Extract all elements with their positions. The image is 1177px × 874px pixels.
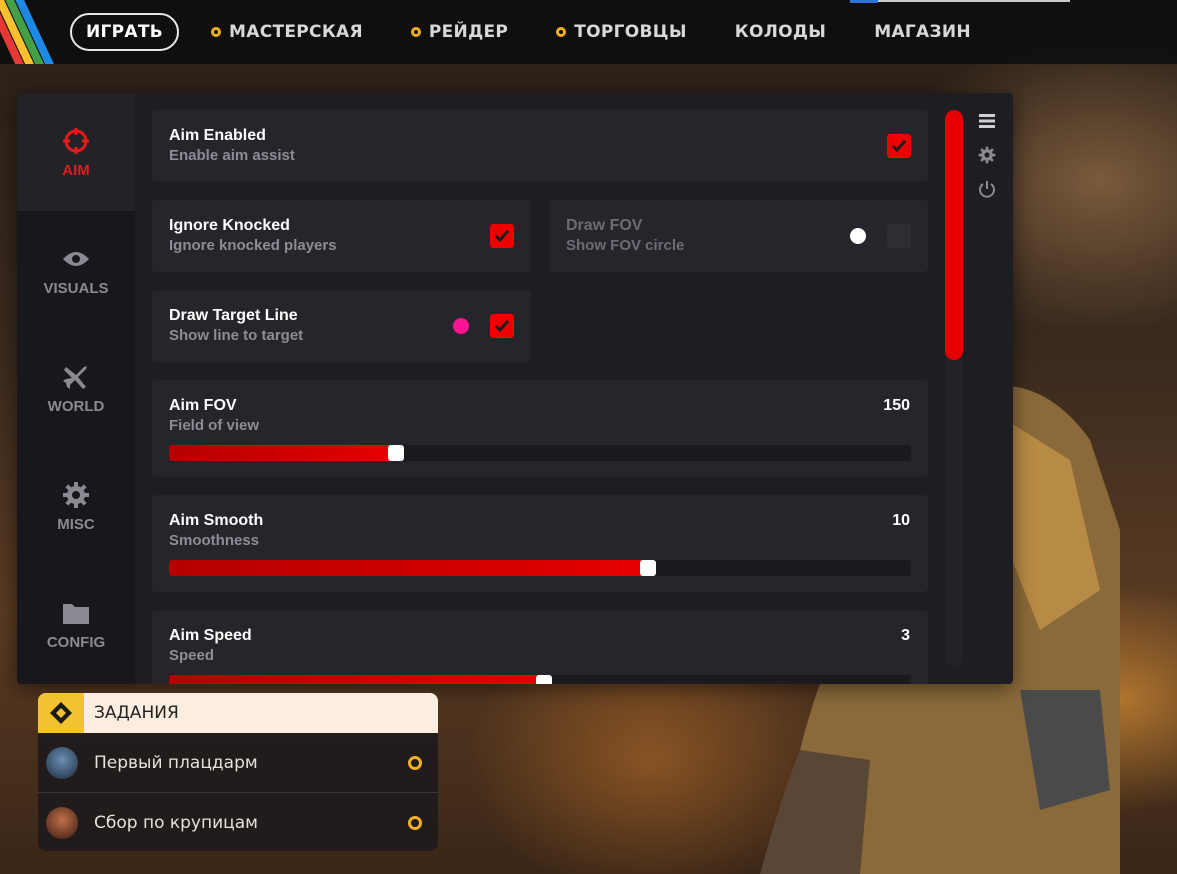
quest-avatar	[46, 806, 78, 839]
power-icon[interactable]	[975, 177, 999, 201]
logo	[0, 0, 60, 64]
eye-icon	[61, 244, 91, 274]
slider-fill	[169, 675, 540, 684]
option-title: Draw Target Line	[169, 307, 298, 324]
top-navigation: ИГРАТЬ МАСТЕРСКАЯ РЕЙДЕР ТОРГОВЦЫ КОЛОДЫ…	[0, 0, 1177, 64]
scrollbar-thumb[interactable]	[945, 110, 963, 360]
tab-aim[interactable]: AIM	[17, 93, 135, 211]
nav-traders[interactable]: ТОРГОВЦЫ	[556, 22, 687, 42]
aim-fov-slider-card: Aim FOV Field of view 150	[152, 380, 928, 477]
option-title: Ignore Knocked	[169, 217, 290, 234]
draw-target-line-option: Draw Target Line Show line to target	[152, 290, 531, 362]
quest-avatar	[46, 746, 78, 779]
draw-fov-option: Draw FOV Show FOV circle	[549, 200, 928, 272]
tab-visuals[interactable]: VISUALS	[17, 211, 135, 329]
slider-handle[interactable]	[387, 445, 404, 461]
marker-icon	[211, 27, 222, 37]
folder-icon	[61, 598, 91, 628]
slider-value: 3	[901, 627, 910, 644]
airplane-icon	[61, 362, 91, 392]
option-subtitle: Ignore knocked players	[169, 237, 337, 254]
gear-icon[interactable]	[975, 143, 999, 167]
aim-smooth-slider[interactable]	[169, 560, 911, 576]
fov-color-picker[interactable]	[850, 228, 866, 244]
nav-raider[interactable]: РЕЙДЕР	[410, 22, 508, 42]
slider-title: Aim Smooth	[169, 512, 264, 529]
slider-title: Aim Speed	[169, 627, 252, 644]
scrollbar[interactable]	[945, 110, 963, 667]
slider-value: 150	[883, 397, 910, 414]
option-title: Aim Enabled	[169, 127, 266, 144]
aim-speed-slider[interactable]	[169, 675, 911, 684]
option-subtitle: Show FOV circle	[566, 237, 685, 254]
ignore-knocked-checkbox[interactable]	[490, 224, 514, 248]
draw-fov-checkbox[interactable]	[887, 224, 911, 248]
quest-diamond-icon	[38, 693, 84, 733]
slider-handle[interactable]	[536, 675, 552, 684]
target-line-color-picker[interactable]	[453, 318, 469, 334]
slider-subtitle: Smoothness	[169, 532, 260, 549]
quest-marker-icon	[408, 755, 422, 770]
marker-icon	[410, 27, 421, 37]
slider-fill	[169, 445, 392, 461]
aim-speed-slider-card: Aim Speed Speed 3	[152, 610, 928, 684]
slider-value: 10	[892, 512, 910, 529]
aim-enabled-checkbox[interactable]	[887, 134, 911, 158]
quests-header: ЗАДАНИЯ	[38, 693, 438, 733]
check-icon	[891, 140, 907, 153]
marker-icon	[556, 27, 567, 37]
aim-smooth-slider-card: Aim Smooth Smoothness 10	[152, 495, 928, 592]
quests-title: ЗАДАНИЯ	[94, 703, 179, 723]
check-icon	[494, 320, 510, 333]
option-title: Draw FOV	[566, 217, 643, 234]
right-toolbar	[975, 109, 999, 211]
quest-label: Первый плацдарм	[94, 752, 258, 773]
quest-label: Сбор по крупицам	[94, 812, 258, 833]
aim-enabled-option: Aim Enabled Enable aim assist	[152, 110, 928, 182]
quests-widget: ЗАДАНИЯ Первый плацдарм Сбор по крупицам	[38, 693, 438, 851]
slider-title: Aim FOV	[169, 397, 237, 414]
crosshair-icon	[61, 126, 91, 156]
draw-target-line-checkbox[interactable]	[490, 314, 514, 338]
menu-icon[interactable]	[975, 109, 999, 133]
tab-config[interactable]: CONFIG	[17, 565, 135, 683]
check-icon	[494, 230, 510, 243]
top-divider	[878, 0, 1070, 2]
option-subtitle: Enable aim assist	[169, 147, 295, 164]
slider-fill	[169, 560, 644, 576]
ignore-knocked-option: Ignore Knocked Ignore knocked players	[152, 200, 531, 272]
quest-item[interactable]: Первый плацдарм	[38, 733, 438, 793]
top-accent-bar	[850, 0, 878, 3]
tab-misc[interactable]: MISC	[17, 447, 135, 565]
nav-decks[interactable]: КОЛОДЫ	[735, 22, 826, 42]
slider-subtitle: Field of view	[169, 417, 260, 434]
tab-world[interactable]: WORLD	[17, 329, 135, 447]
nav-workshop[interactable]: МАСТЕРСКАЯ	[211, 22, 363, 42]
aim-fov-slider[interactable]	[169, 445, 911, 461]
slider-handle[interactable]	[639, 560, 656, 576]
menu-panel: AIM VISUALS WORLD MISC CONFIG Aim Enable…	[17, 93, 1013, 684]
option-subtitle: Show line to target	[169, 327, 304, 344]
quest-item[interactable]: Сбор по крупицам	[38, 793, 438, 851]
gear-icon	[61, 480, 91, 510]
sidebar: AIM VISUALS WORLD MISC CONFIG	[17, 93, 135, 684]
slider-subtitle: Speed	[169, 647, 215, 664]
nav-shop[interactable]: МАГАЗИН	[874, 22, 971, 42]
play-button[interactable]: ИГРАТЬ	[70, 13, 180, 51]
aim-settings: Aim Enabled Enable aim assist Ignore Kno…	[135, 93, 945, 684]
quest-marker-icon	[408, 815, 422, 830]
